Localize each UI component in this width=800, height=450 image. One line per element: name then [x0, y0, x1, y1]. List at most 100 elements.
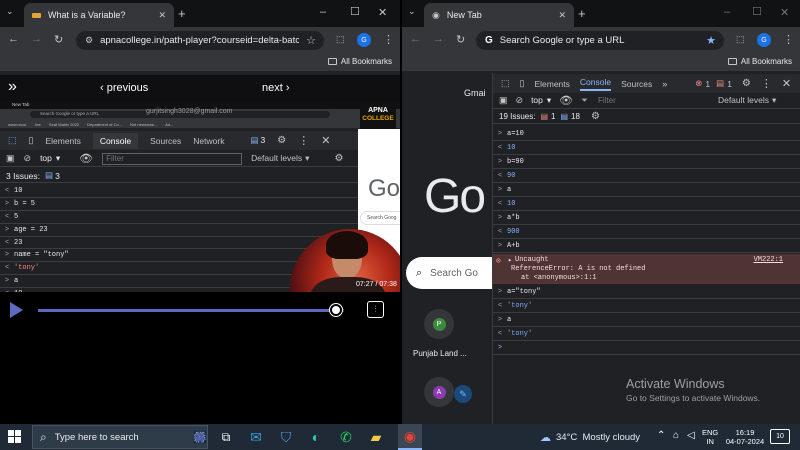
- sidebar-icon[interactable]: ▣: [6, 153, 15, 164]
- right-levels-select[interactable]: Default levels ▾: [718, 95, 776, 106]
- embedded-context-select[interactable]: top ▾: [40, 153, 60, 164]
- issues-settings-icon[interactable]: ⚙: [591, 111, 600, 122]
- task-view-icon[interactable]: ⧉: [214, 424, 238, 450]
- right-issues-link[interactable]: ▤ 1 ▤ 18: [540, 112, 579, 121]
- right-active-tab[interactable]: ◉ New Tab ✕: [424, 3, 574, 27]
- right-omnibox[interactable]: G Search Google or type a URL ★: [476, 31, 724, 50]
- all-bookmarks-button[interactable]: All Bookmarks: [327, 57, 392, 66]
- embedded-filter-input[interactable]: [102, 152, 243, 165]
- right-settings-icon[interactable]: ⚙: [742, 78, 751, 89]
- shortcut-tile[interactable]: P: [424, 309, 454, 339]
- right-eye-icon[interactable]: 👁: [559, 94, 573, 107]
- gmail-link[interactable]: Gmai: [464, 88, 486, 98]
- mail-app-icon[interactable]: ✉: [244, 424, 268, 450]
- right-close-tab-icon[interactable]: ✕: [558, 10, 566, 21]
- error-expand-icon[interactable]: ▸: [508, 256, 512, 265]
- right-profile-avatar[interactable]: G: [757, 33, 771, 47]
- language-indicator[interactable]: ENG IN: [702, 428, 718, 446]
- extensions-icon[interactable]: ⬚: [336, 34, 345, 45]
- embedded-tab-console[interactable]: Console: [92, 132, 139, 149]
- embedded-issues-badge[interactable]: ▤ 3: [250, 135, 265, 146]
- edge-browser-icon[interactable]: ◐: [304, 424, 328, 450]
- previous-button[interactable]: ‹ previous: [100, 82, 148, 94]
- right-maximize-icon[interactable]: ☐: [752, 5, 762, 18]
- right-forward-icon[interactable]: →: [433, 33, 444, 45]
- show-hidden-icons[interactable]: ⌃: [657, 430, 665, 441]
- embedded-console-settings-icon[interactable]: ⚙: [334, 153, 343, 164]
- maximize-icon[interactable]: ☐: [350, 5, 360, 18]
- chrome-taskbar-icon[interactable]: ◉: [398, 424, 422, 450]
- left-omnibox[interactable]: ⚙ apnacollege.in/path-player?courseid=de…: [76, 31, 324, 50]
- embedded-close-devtools-icon[interactable]: ✕: [321, 134, 330, 147]
- reload-icon[interactable]: ↻: [54, 33, 63, 46]
- google-search-box[interactable]: ⌕ Search Go: [406, 257, 492, 289]
- right-minimize-icon[interactable]: –: [724, 6, 730, 18]
- clock[interactable]: 16:19 04-07-2024: [724, 428, 766, 446]
- right-device-toggle-icon[interactable]: ▯: [520, 78, 525, 89]
- device-toggle-icon[interactable]: ▯: [29, 135, 34, 146]
- right-more-icon[interactable]: ⋮: [761, 77, 772, 90]
- embedded-issues-link[interactable]: ▤ 3: [45, 170, 60, 181]
- network-icon[interactable]: ⌂: [673, 430, 679, 441]
- embedded-tab-network[interactable]: Network: [193, 136, 224, 146]
- right-close-devtools-icon[interactable]: ✕: [782, 77, 791, 90]
- right-bookmark-star-icon[interactable]: ★: [706, 34, 716, 47]
- right-all-bookmarks-button[interactable]: All Bookmarks: [727, 57, 792, 66]
- more-tabs-icon[interactable]: »: [662, 79, 667, 89]
- bookmark-star-icon[interactable]: ☆: [306, 34, 316, 47]
- sidebar-toggle-icon[interactable]: »: [8, 78, 17, 96]
- new-tab-icon[interactable]: +: [178, 6, 186, 21]
- right-context-select[interactable]: top ▾: [531, 95, 551, 106]
- taskbar-search-box[interactable]: ⌕ Type here to search 🎆: [32, 425, 208, 449]
- volume-icon[interactable]: ◁: [687, 430, 695, 441]
- right-extensions-icon[interactable]: ⬚: [736, 34, 745, 45]
- menu-icon[interactable]: ⋮: [383, 33, 394, 46]
- right-tab-search-icon[interactable]: ⌄: [408, 6, 416, 17]
- whatsapp-icon[interactable]: ✆: [334, 424, 358, 450]
- file-explorer-icon[interactable]: ▰: [364, 424, 388, 450]
- right-tab-sources[interactable]: Sources: [621, 79, 652, 89]
- profile-avatar[interactable]: G: [357, 33, 371, 47]
- embedded-tab-sources[interactable]: Sources: [150, 136, 181, 146]
- site-info-icon[interactable]: ⚙: [85, 35, 93, 46]
- right-back-icon[interactable]: ←: [410, 33, 421, 45]
- tab-search-icon[interactable]: ⌄: [6, 6, 14, 17]
- player-settings-icon[interactable]: ⫶: [367, 301, 384, 318]
- seek-bar-handle[interactable]: [330, 304, 343, 316]
- minimize-icon[interactable]: –: [320, 6, 326, 18]
- right-tab-elements[interactable]: Elements: [534, 79, 569, 89]
- defender-app-icon[interactable]: ⛉: [274, 424, 298, 450]
- play-button[interactable]: [10, 302, 23, 318]
- right-inspect-icon[interactable]: ⬚: [501, 78, 510, 89]
- right-window-close-icon[interactable]: ✕: [780, 6, 789, 19]
- right-filter-input[interactable]: [595, 94, 706, 107]
- embedded-tab-elements[interactable]: Elements: [45, 136, 80, 146]
- embedded-levels-select[interactable]: Default levels ▾: [251, 153, 309, 164]
- right-reload-icon[interactable]: ↻: [456, 33, 465, 46]
- right-menu-icon[interactable]: ⋮: [783, 33, 794, 46]
- left-active-tab[interactable]: What is a Variable? ✕: [24, 3, 174, 27]
- inspect-icon[interactable]: ⬚: [8, 135, 17, 146]
- window-close-icon[interactable]: ✕: [378, 6, 387, 19]
- error-source-link[interactable]: VM222:1: [754, 256, 783, 264]
- next-button[interactable]: next ›: [262, 82, 290, 94]
- weather-widget[interactable]: ☁ 34°C Mostly cloudy: [540, 431, 640, 444]
- right-tab-console[interactable]: Console: [579, 77, 612, 91]
- notification-center[interactable]: 10: [770, 429, 790, 444]
- console-input-chevron-icon: >: [4, 225, 10, 234]
- forward-icon[interactable]: →: [31, 33, 42, 45]
- embedded-settings-icon[interactable]: ⚙: [277, 135, 286, 146]
- customize-pencil-button[interactable]: ✎: [454, 385, 472, 403]
- right-new-tab-icon[interactable]: +: [578, 6, 586, 21]
- embedded-more-icon[interactable]: ⋮: [298, 134, 309, 147]
- seek-bar[interactable]: [38, 304, 344, 316]
- clear-console-icon[interactable]: ⊘: [24, 153, 32, 164]
- close-tab-icon[interactable]: ✕: [158, 10, 166, 21]
- right-sidebar-icon[interactable]: ▣: [499, 95, 508, 106]
- right-clear-console-icon[interactable]: ⊘: [516, 95, 524, 106]
- shortcut-tile[interactable]: A: [424, 377, 454, 407]
- start-button[interactable]: [8, 430, 21, 443]
- eye-icon[interactable]: 👁: [79, 152, 93, 165]
- back-icon[interactable]: ←: [8, 33, 19, 45]
- error-counter[interactable]: ⊗ 1 ▤ 1: [695, 78, 732, 89]
